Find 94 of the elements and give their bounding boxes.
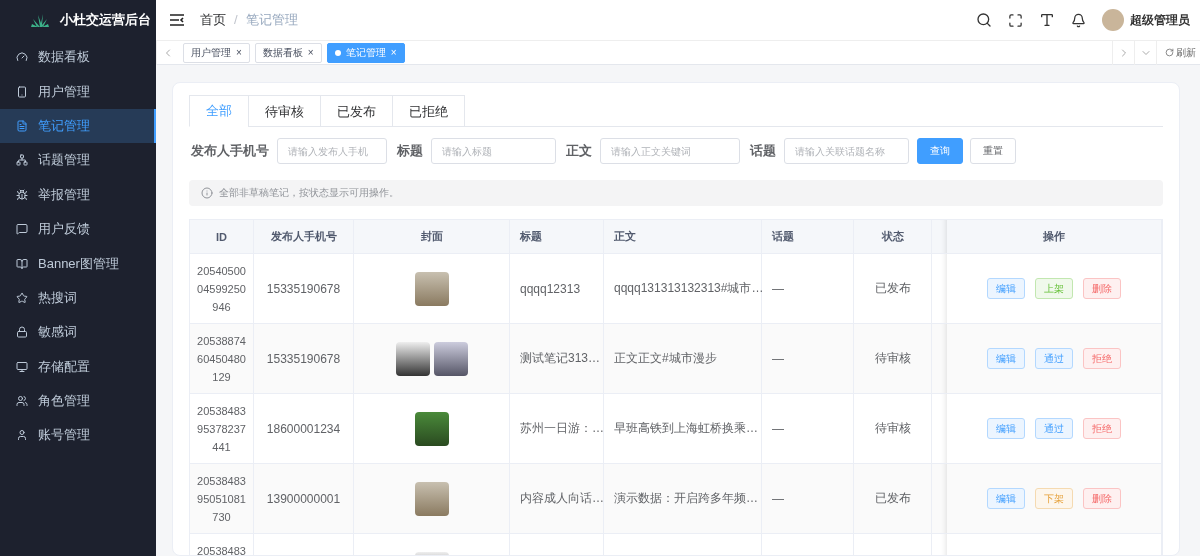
photo-placeholder[interactable] [433, 341, 468, 376]
fullscreen-icon[interactable] [1008, 12, 1023, 28]
breadcrumb-item[interactable]: 首页 [200, 12, 226, 27]
star-icon [16, 291, 28, 304]
document-icon [16, 119, 28, 132]
close-icon[interactable]: × [307, 47, 314, 58]
refresh-icon [1165, 48, 1174, 57]
table-cell: 早班高铁到上海虹桥换乘… [604, 394, 762, 464]
table-cell: 2054050004599250946 [190, 254, 254, 324]
bell-icon[interactable] [1071, 12, 1086, 28]
filter-label: 话题 [750, 142, 776, 160]
photo-placeholder[interactable] [395, 341, 430, 376]
table-cell: 正文正文#城市漫步 [604, 324, 762, 394]
breadcrumb-separator: / [234, 12, 238, 27]
filter-label: 标题 [397, 142, 423, 160]
table-cell: 已发布 [854, 464, 932, 534]
column-header: 封面 [354, 220, 510, 254]
table-cell: 13900000001 [254, 464, 354, 534]
font-size-icon[interactable] [1039, 12, 1055, 28]
hierarchy-icon [16, 154, 28, 167]
filter-label: 发布人手机号 [191, 142, 269, 160]
table-cell: 内容成人向话… [510, 464, 604, 534]
users-icon [16, 395, 28, 408]
column-header: 状态 [854, 220, 932, 254]
table-cell: 2053848395051081730 [190, 464, 254, 534]
monitor-icon [16, 360, 28, 373]
column-header: 标题 [510, 220, 604, 254]
sidebar-item[interactable]: 热搜词 [0, 280, 156, 316]
info-text: 全部非草稿笔记，按状态显示可用操作。 [219, 186, 399, 200]
photo-placeholder[interactable] [414, 411, 449, 446]
filter-input[interactable]: 请输入正文关键词 [600, 138, 740, 164]
chat-icon [16, 223, 28, 236]
sidebar-item[interactable]: 敏感词 [0, 315, 156, 350]
filter-input[interactable]: 请输入标题 [431, 138, 556, 164]
user-name[interactable]: 超级管理员 [1130, 11, 1190, 29]
filter-input[interactable]: 请输入发布人手机 [277, 138, 387, 164]
refresh-button[interactable]: 刷新 [1156, 40, 1200, 65]
sidebar-item[interactable]: 话题管理 [0, 143, 156, 178]
table-cell: qqqq12313 [510, 254, 604, 324]
status-tab[interactable]: 待审核 [248, 95, 321, 127]
filter-input[interactable]: 请输入关联话题名称 [784, 138, 909, 164]
table-cell: 已发布 [854, 254, 932, 324]
table-cell: 18600001234 [254, 394, 354, 464]
phone-icon [16, 85, 28, 98]
tag-label: 笔记管理 [345, 45, 386, 60]
sidebar-item[interactable]: 存储配置 [0, 349, 156, 384]
column-header: 话题 [762, 220, 854, 254]
sidebar-item[interactable]: 角色管理 [0, 383, 156, 419]
reset-button[interactable]: 重置 [970, 138, 1016, 164]
info-icon [201, 187, 213, 199]
filter-label: 正文 [566, 142, 592, 160]
table-cell: 待审核 [854, 324, 932, 394]
sidebar-item[interactable]: Banner图管理 [0, 246, 156, 281]
user-icon [16, 429, 28, 442]
table-cell: 15335190678 [254, 324, 354, 394]
column-header: ID [190, 220, 254, 254]
close-icon[interactable]: × [236, 47, 242, 58]
table-cell: 演示数据：开启跨多年频… [604, 464, 762, 534]
page-tag[interactable]: 数据看板 × [254, 42, 322, 63]
breadcrumb-item: 笔记管理 [245, 12, 298, 27]
table-cell: 苏州一日游：… [510, 394, 604, 464]
column-header: 正文 [604, 220, 762, 254]
sidebar-item[interactable]: 用户反馈 [0, 211, 156, 247]
book-icon [16, 257, 28, 270]
dashboard-icon [16, 51, 28, 64]
table-cell: 15335190678 [254, 254, 354, 324]
refresh-label: 刷新 [1176, 45, 1196, 60]
tag-label: 数据看板 [262, 45, 303, 60]
lock-icon [16, 326, 28, 339]
table-cell: — [762, 254, 854, 324]
table-cell: qqqq131313132313#城市… [604, 254, 762, 324]
sidebar-item[interactable]: 举报管理 [0, 177, 156, 212]
grass-logo-icon [30, 13, 50, 27]
bug-icon [16, 188, 28, 201]
page-tag[interactable]: 用户管理 × [183, 42, 250, 63]
sidebar-item[interactable]: 笔记管理 [0, 108, 156, 144]
table-cell: 2053848395378237441 [190, 394, 254, 464]
column-header: 操作 [947, 220, 1162, 254]
table-cell: — [762, 394, 854, 464]
table-cell: 测试笔记313… [510, 324, 604, 394]
menu-fold-icon[interactable] [170, 14, 184, 26]
table-cell: 待审核 [854, 394, 932, 464]
column-header: 发布人手机号 [254, 220, 354, 254]
sidebar-item[interactable]: 数据看板 [0, 40, 156, 75]
app-title: 小杜交运营后台 [60, 11, 151, 29]
sidebar-item[interactable]: 账号管理 [0, 418, 156, 453]
table-cell: — [762, 464, 854, 534]
tag-label: 用户管理 [191, 45, 231, 60]
sidebar-item[interactable]: 用户管理 [0, 74, 156, 109]
table-cell: — [762, 324, 854, 394]
status-tab[interactable]: 已拒绝 [392, 95, 465, 127]
active-dot-icon [334, 49, 341, 56]
table-cell: 2053887460450480129 [190, 324, 254, 394]
search-icon[interactable] [976, 12, 992, 28]
